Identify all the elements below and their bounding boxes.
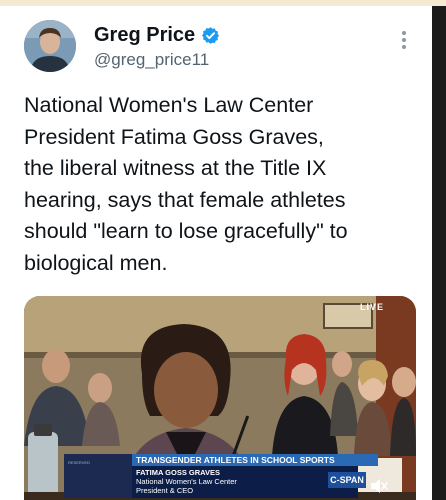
video-player[interactable]: LIVE RESERVED TRANSGENDER ATHLETES IN SC… bbox=[24, 296, 416, 500]
chyron-line-1: National Women's Law Center bbox=[136, 477, 237, 486]
live-badge: LIVE bbox=[359, 302, 384, 312]
chyron-body: FATIMA GOSS GRAVES National Women's Law … bbox=[132, 466, 358, 498]
mute-icon[interactable] bbox=[370, 478, 388, 494]
author-handle[interactable]: @greg_price11 bbox=[94, 50, 209, 70]
right-edge-bar bbox=[432, 6, 446, 500]
network-logo: C-SPAN bbox=[328, 472, 366, 488]
tweet-text: National Women's Law Center President Fa… bbox=[24, 93, 348, 275]
chyron-name: FATIMA GOSS GRAVES bbox=[136, 468, 221, 477]
author-name[interactable]: Greg Price bbox=[94, 24, 195, 47]
avatar[interactable] bbox=[24, 20, 76, 72]
chyron-left-panel: RESERVED bbox=[64, 454, 132, 498]
avatar-image bbox=[24, 20, 76, 72]
more-dots-icon[interactable] bbox=[394, 28, 414, 54]
chyron-line-2: President & CEO bbox=[136, 486, 194, 495]
chyron-title: TRANSGENDER ATHLETES IN SCHOOL SPORTS bbox=[132, 454, 378, 466]
tweet-card: Greg Price @greg_price11 National Women'… bbox=[0, 6, 432, 500]
chyron-left-text: RESERVED bbox=[68, 460, 90, 465]
verified-badge-icon bbox=[202, 27, 220, 44]
